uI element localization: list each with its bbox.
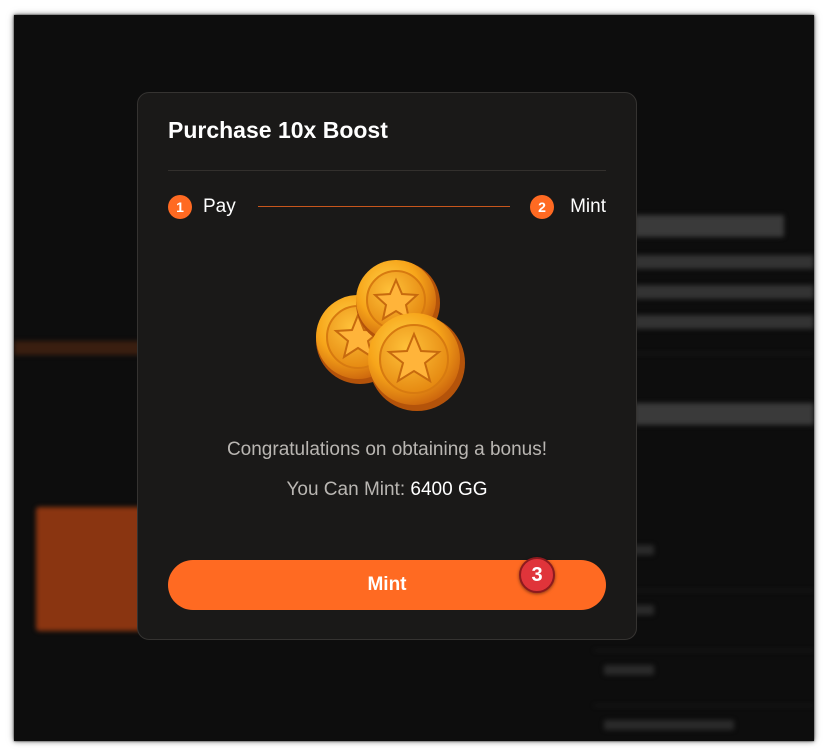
- app-window: Purchase 10x Boost 1 Pay 2 Mint Congratu…: [14, 15, 814, 741]
- annotation-step-marker: 3: [519, 557, 555, 593]
- purchase-boost-modal: Purchase 10x Boost 1 Pay 2 Mint Congratu…: [137, 92, 637, 640]
- bonus-message: Congratulations on obtaining a bonus!: [226, 439, 548, 460]
- mint-amount-label: You Can Mint:: [286, 479, 411, 500]
- background-text-line: [604, 720, 734, 730]
- gold-coins-icon: [298, 255, 478, 425]
- background-text-line: [634, 255, 814, 269]
- background-heading: [634, 215, 784, 237]
- step-connector: [258, 206, 510, 207]
- step-1-label: Pay: [203, 196, 236, 217]
- background-heading: [634, 403, 814, 425]
- background-text-line: [604, 665, 654, 675]
- background-progress-bar: [14, 341, 154, 355]
- mint-amount-value: 6400 GG: [410, 479, 488, 500]
- background-text-line: [634, 315, 814, 329]
- background-divider: [594, 650, 814, 651]
- step-indicator: 1 Pay 2 Mint: [168, 194, 606, 220]
- modal-title: Purchase 10x Boost: [168, 117, 388, 143]
- background-text-line: [634, 285, 814, 299]
- background-divider: [594, 705, 814, 706]
- mint-amount-row: You Can Mint: 6400 GG: [138, 479, 636, 501]
- step-2-number: 2: [530, 195, 554, 219]
- step-1-number: 1: [168, 195, 192, 219]
- modal-divider: [168, 170, 606, 171]
- step-2-label: Mint: [570, 196, 606, 217]
